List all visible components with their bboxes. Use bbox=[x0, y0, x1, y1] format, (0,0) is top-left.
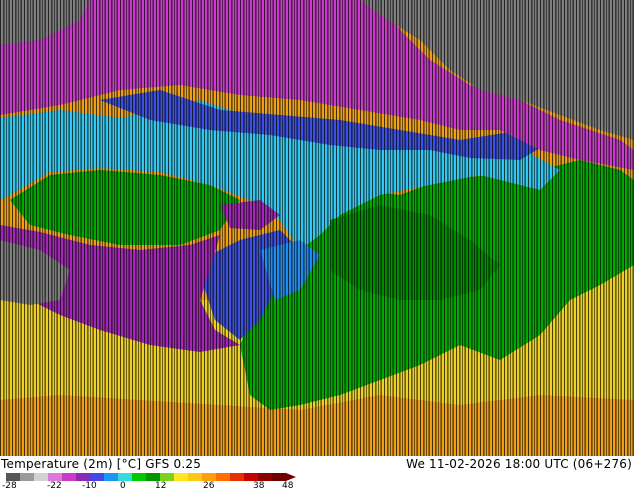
color-scale-swatch bbox=[48, 473, 63, 481]
color-scale-swatch bbox=[188, 473, 203, 481]
color-scale-swatch bbox=[230, 473, 245, 481]
color-scale-swatch bbox=[202, 473, 217, 481]
color-scale-swatch bbox=[62, 473, 77, 481]
color-scale-swatch bbox=[174, 473, 189, 481]
isotherm-contours-secondary bbox=[0, 0, 634, 456]
color-scale-swatch bbox=[20, 473, 35, 481]
color-scale-swatch bbox=[216, 473, 231, 481]
color-scale-swatch bbox=[104, 473, 119, 481]
color-scale-swatch bbox=[132, 473, 147, 481]
color-scale-swatch bbox=[34, 473, 49, 481]
color-scale-swatch bbox=[244, 473, 259, 481]
color-scale-swatch bbox=[6, 473, 21, 481]
color-scale-swatch bbox=[272, 473, 287, 481]
color-scale-swatch bbox=[160, 473, 175, 481]
color-scale-swatch bbox=[258, 473, 273, 481]
color-scale-bar bbox=[6, 473, 296, 481]
color-scale-swatch bbox=[90, 473, 105, 481]
color-scale-arrow bbox=[286, 473, 296, 481]
color-scale-swatch bbox=[76, 473, 91, 481]
product-title: Temperature (2m) [°C] GFS 0.25 bbox=[1, 457, 202, 471]
color-scale-swatch bbox=[146, 473, 161, 481]
map-footer: Temperature (2m) [°C] GFS 0.25 We 11-02-… bbox=[0, 456, 634, 491]
temperature-map bbox=[0, 0, 634, 456]
color-scale-swatch bbox=[118, 473, 133, 481]
valid-time: We 11-02-2026 18:00 UTC (06+276) bbox=[406, 457, 632, 471]
